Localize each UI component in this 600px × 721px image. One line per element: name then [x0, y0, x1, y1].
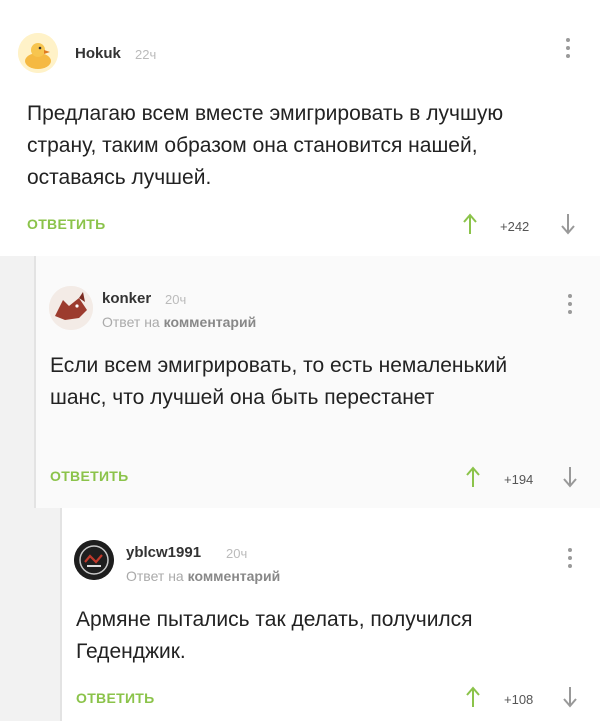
comment-time: 20ч — [226, 546, 248, 561]
arrow-down-icon[interactable] — [561, 213, 575, 235]
arrow-up-icon[interactable] — [463, 213, 477, 235]
wolf-avatar-icon — [49, 286, 93, 330]
comment-konker: konker 20ч Ответ на комментарий Если все… — [34, 256, 600, 508]
author-name[interactable]: konker — [102, 290, 151, 307]
reply-to-target[interactable]: комментарий — [164, 314, 257, 330]
author-name[interactable]: Hokuk — [75, 45, 121, 62]
avatar-konker[interactable] — [49, 286, 93, 330]
arrow-down-icon[interactable] — [563, 466, 577, 488]
duck-avatar-icon — [18, 33, 58, 73]
comment-text: Если всем эмигрировать, то есть немалень… — [50, 354, 508, 409]
arrow-up-icon[interactable] — [466, 466, 480, 488]
logo-avatar-icon — [74, 540, 114, 580]
comment-hokuk: Hokuk 22ч Предлагаю всем вместе эмигриро… — [0, 0, 600, 256]
reply-to-link[interactable]: Ответ на комментарий — [102, 314, 256, 330]
reply-to-link[interactable]: Ответ на комментарий — [126, 568, 280, 584]
reply-to-prefix: Ответ на — [102, 314, 160, 330]
reply-button[interactable]: ОТВЕТИТЬ — [76, 690, 155, 706]
comment-text: Предлагаю всем вместе эмигрировать в луч… — [27, 102, 504, 189]
rating-value: +108 — [504, 692, 534, 707]
rating-value: +194 — [504, 472, 534, 487]
kebab-menu-icon[interactable] — [565, 294, 575, 314]
kebab-menu-icon[interactable] — [563, 38, 573, 58]
rating-value: +242 — [500, 219, 530, 234]
comment-time: 20ч — [165, 292, 187, 307]
comment-yblcw1991: yblcw1991 20ч Ответ на комментарий Армян… — [60, 508, 600, 721]
avatar-hokuk[interactable] — [18, 33, 58, 73]
comment-time: 22ч — [135, 47, 157, 62]
reply-to-target[interactable]: комментарий — [188, 568, 281, 584]
kebab-menu-icon[interactable] — [565, 548, 575, 568]
author-name[interactable]: yblcw1991 — [126, 544, 201, 561]
comment-text: Армяне пытались так делать, получился Ге… — [76, 608, 473, 663]
arrow-down-icon[interactable] — [563, 686, 577, 708]
reply-button[interactable]: ОТВЕТИТЬ — [50, 468, 129, 484]
avatar-yblcw1991[interactable] — [74, 540, 114, 580]
reply-to-prefix: Ответ на — [126, 568, 184, 584]
reply-button[interactable]: ОТВЕТИТЬ — [27, 216, 106, 232]
arrow-up-icon[interactable] — [466, 686, 480, 708]
